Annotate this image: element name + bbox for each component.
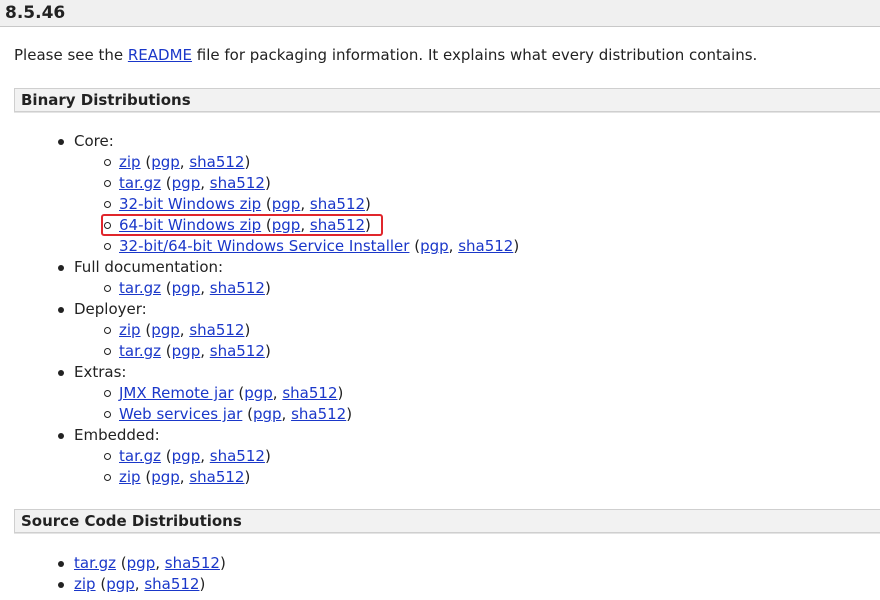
group-sublist: zip (pgp, sha512) tar.gz (pgp, sha512) 32-…: [74, 152, 519, 257]
download-item: tar.gz (pgp, sha512): [74, 446, 519, 467]
sha512-link[interactable]: sha512: [165, 554, 220, 572]
sha512-link[interactable]: sha512: [282, 384, 337, 402]
pgp-link[interactable]: pgp: [151, 468, 180, 486]
binary-section-title: Binary Distributions: [21, 91, 191, 109]
download-link[interactable]: JMX Remote jar: [119, 384, 234, 402]
download-item: Web services jar (pgp, sha512): [74, 404, 519, 425]
bullet-icon: [58, 139, 64, 145]
pgp-link[interactable]: pgp: [172, 447, 201, 465]
binary-list: Core: zip (pgp, sha512) tar.gz (pgp, sha51…: [0, 131, 519, 488]
download-link[interactable]: tar.gz: [119, 174, 161, 192]
download-link[interactable]: 32-bit Windows zip: [119, 195, 261, 213]
source-item: tar.gz (pgp, sha512): [0, 553, 226, 574]
sha512-link[interactable]: sha512: [310, 195, 365, 213]
download-link[interactable]: zip: [119, 468, 141, 486]
source-list: tar.gz (pgp, sha512) zip (pgp, sha512): [0, 553, 226, 595]
pgp-link[interactable]: pgp: [172, 342, 201, 360]
download-link[interactable]: zip: [119, 153, 141, 171]
pgp-link[interactable]: pgp: [172, 174, 201, 192]
bullet-icon: [58, 307, 64, 313]
bullet-icon: [58, 370, 64, 376]
sha512-link[interactable]: sha512: [458, 237, 513, 255]
group-label: Core:: [74, 132, 114, 150]
pgp-link[interactable]: pgp: [151, 321, 180, 339]
download-link[interactable]: tar.gz: [119, 342, 161, 360]
download-link[interactable]: tar.gz: [119, 279, 161, 297]
download-link[interactable]: 32-bit/64-bit Windows Service Installer: [119, 237, 409, 255]
download-item: JMX Remote jar (pgp, sha512): [74, 383, 519, 404]
sha512-link[interactable]: sha512: [189, 468, 244, 486]
circle-bullet-icon: [104, 201, 111, 208]
download-item: zip (pgp, sha512): [74, 467, 519, 488]
download-item: zip (pgp, sha512): [74, 320, 519, 341]
sha512-link[interactable]: sha512: [210, 447, 265, 465]
download-item: tar.gz (pgp, sha512): [74, 173, 519, 194]
circle-bullet-icon: [104, 411, 111, 418]
pgp-link[interactable]: pgp: [151, 153, 180, 171]
sha512-link[interactable]: sha512: [210, 342, 265, 360]
intro-before: Please see the: [14, 46, 128, 64]
circle-bullet-icon: [104, 285, 111, 292]
pgp-link[interactable]: pgp: [106, 575, 135, 593]
group-sublist: zip (pgp, sha512) tar.gz (pgp, sha512): [74, 320, 519, 362]
download-link[interactable]: tar.gz: [74, 554, 116, 572]
bullet-icon: [58, 561, 64, 567]
sha512-link[interactable]: sha512: [210, 174, 265, 192]
bullet-icon: [58, 265, 64, 271]
circle-bullet-icon: [104, 159, 111, 166]
sha512-link[interactable]: sha512: [210, 279, 265, 297]
download-item: 32-bit/64-bit Windows Service Installer …: [74, 236, 519, 257]
pgp-link[interactable]: pgp: [420, 237, 449, 255]
pgp-link[interactable]: pgp: [253, 405, 282, 423]
circle-bullet-icon: [104, 390, 111, 397]
binary-section-header: Binary Distributions: [14, 88, 880, 112]
intro-after: file for packaging information. It expla…: [192, 46, 758, 64]
source-section-header: Source Code Distributions: [14, 509, 880, 533]
sha512-link[interactable]: sha512: [189, 321, 244, 339]
circle-bullet-icon: [104, 243, 111, 250]
download-item: 32-bit Windows zip (pgp, sha512): [74, 194, 519, 215]
version-header: 8.5.46: [0, 0, 880, 27]
group-sublist: tar.gz (pgp, sha512) zip (pgp, sha512): [74, 446, 519, 488]
group-label: Embedded:: [74, 426, 160, 444]
download-link[interactable]: Web services jar: [119, 405, 242, 423]
bullet-icon: [58, 582, 64, 588]
version-title: 8.5.46: [5, 3, 66, 23]
download-link[interactable]: zip: [74, 575, 96, 593]
circle-bullet-icon: [104, 474, 111, 481]
circle-bullet-icon: [104, 453, 111, 460]
group-label: Full documentation:: [74, 258, 224, 276]
bullet-icon: [58, 433, 64, 439]
source-item: zip (pgp, sha512): [0, 574, 226, 595]
group-label: Deployer:: [74, 300, 147, 318]
group-item: Full documentation: tar.gz (pgp, sha512): [0, 257, 519, 299]
group-sublist: tar.gz (pgp, sha512): [74, 278, 519, 299]
pgp-link[interactable]: pgp: [172, 279, 201, 297]
download-item: tar.gz (pgp, sha512): [74, 341, 519, 362]
group-label: Extras:: [74, 363, 127, 381]
download-link[interactable]: zip: [119, 321, 141, 339]
download-item: zip (pgp, sha512): [74, 152, 519, 173]
group-item: Extras: JMX Remote jar (pgp, sha512) Web s…: [0, 362, 519, 425]
sha512-link[interactable]: sha512: [291, 405, 346, 423]
intro-text: Please see the README file for packaging…: [14, 44, 757, 66]
pgp-link[interactable]: pgp: [272, 195, 301, 213]
group-item: Deployer: zip (pgp, sha512) tar.gz (pgp, s…: [0, 299, 519, 362]
group-sublist: JMX Remote jar (pgp, sha512) Web services…: [74, 383, 519, 425]
group-item: Embedded: tar.gz (pgp, sha512) zip (pgp, s…: [0, 425, 519, 488]
circle-bullet-icon: [104, 180, 111, 187]
sha512-link[interactable]: sha512: [144, 575, 199, 593]
readme-link[interactable]: README: [128, 46, 192, 64]
sha512-link[interactable]: sha512: [189, 153, 244, 171]
download-link[interactable]: tar.gz: [119, 447, 161, 465]
pgp-link[interactable]: pgp: [244, 384, 273, 402]
circle-bullet-icon: [104, 348, 111, 355]
circle-bullet-icon: [104, 327, 111, 334]
highlight-annotation: [101, 214, 383, 236]
pgp-link[interactable]: pgp: [127, 554, 156, 572]
group-item: Core: zip (pgp, sha512) tar.gz (pgp, sha51…: [0, 131, 519, 257]
source-section-title: Source Code Distributions: [21, 512, 242, 530]
download-item: tar.gz (pgp, sha512): [74, 278, 519, 299]
